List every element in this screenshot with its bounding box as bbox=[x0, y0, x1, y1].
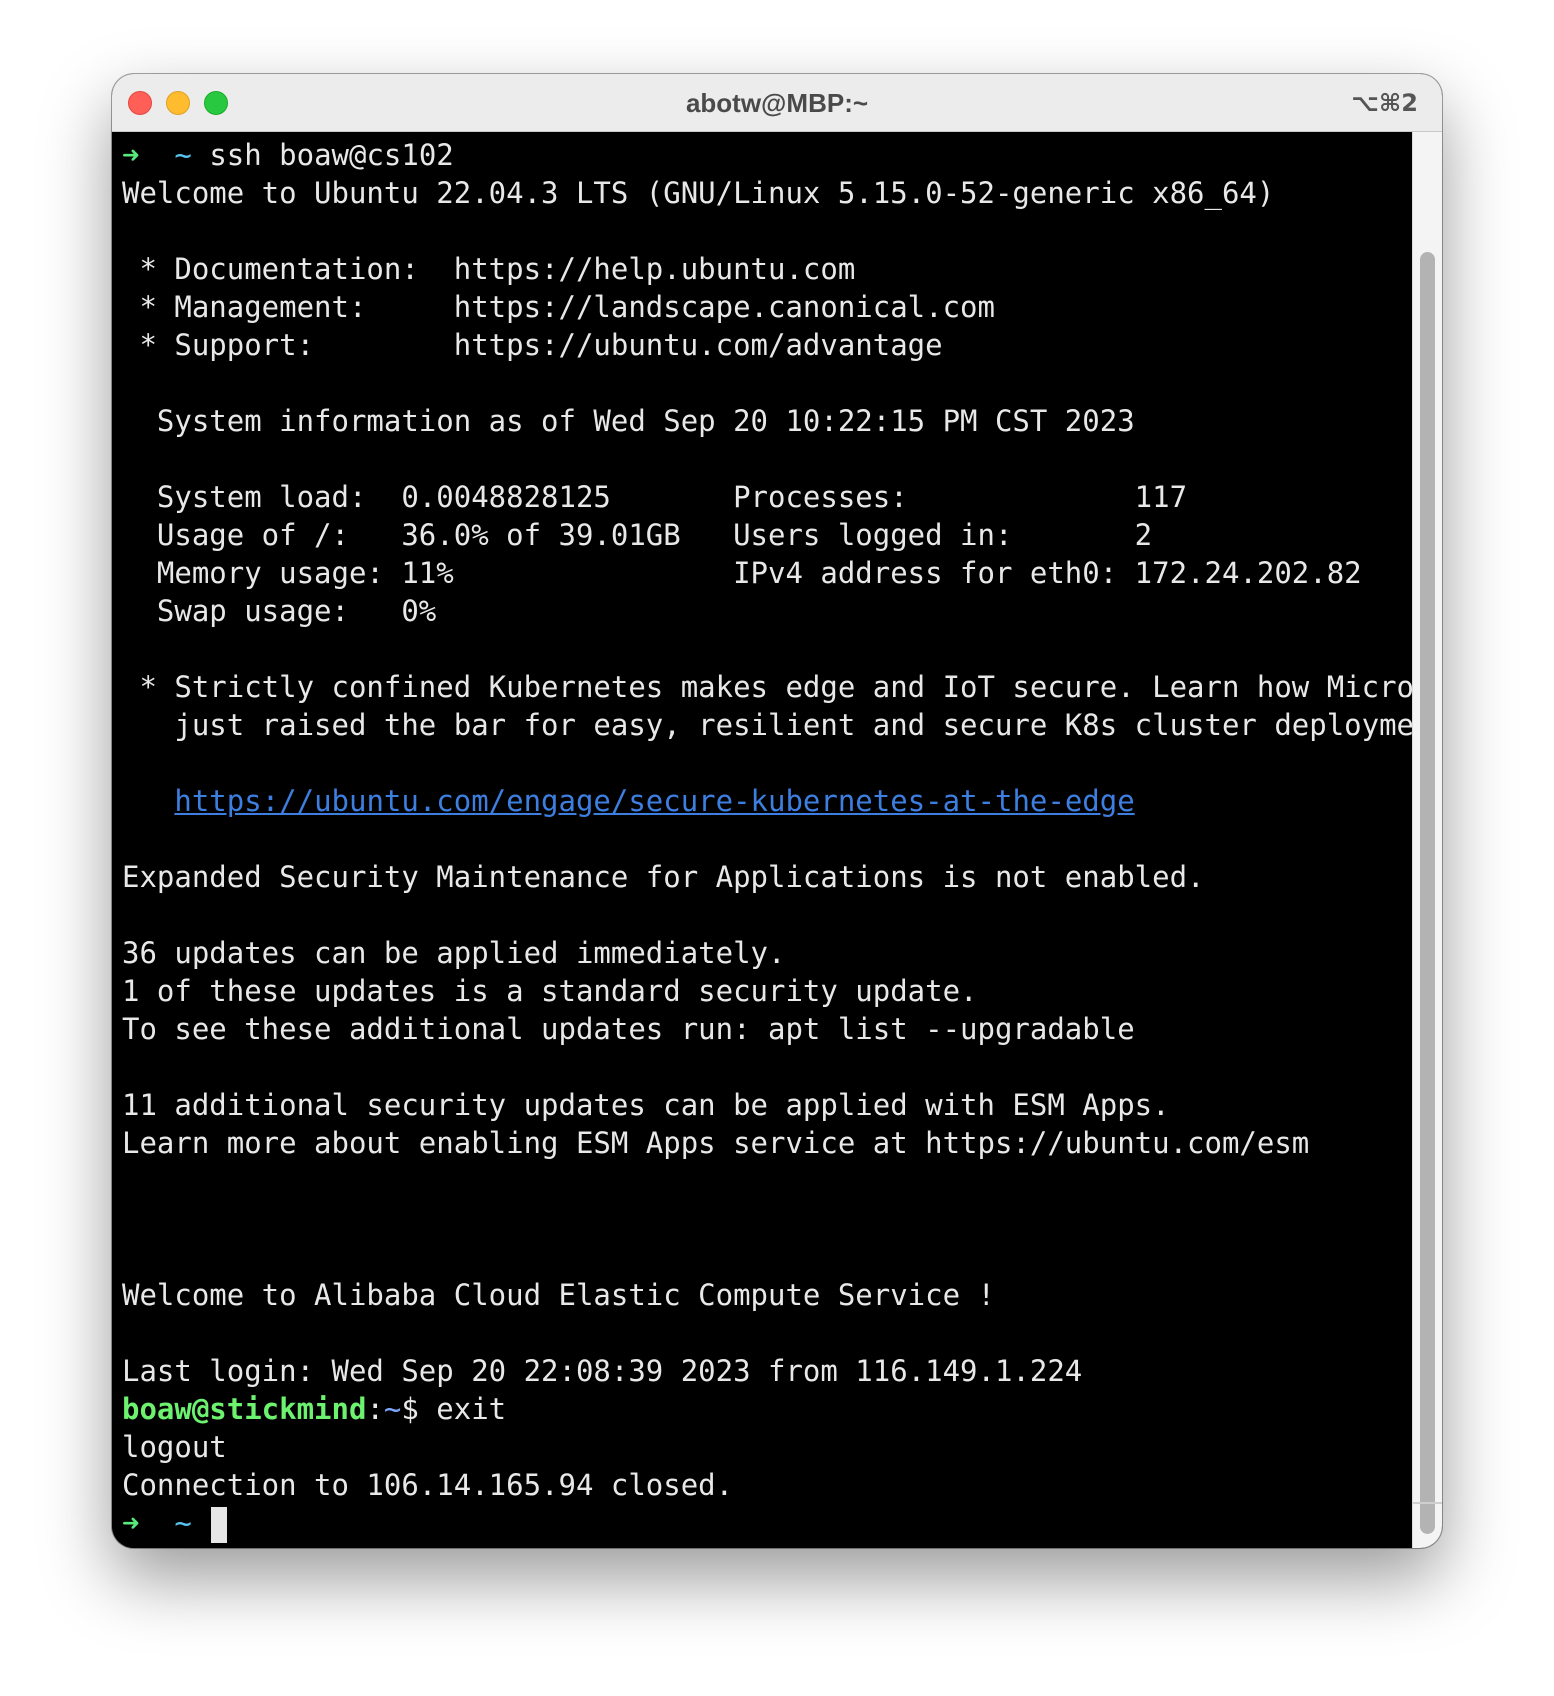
support-line: * Support: https://ubuntu.com/advantage bbox=[122, 328, 943, 362]
prompt-directory: ~ bbox=[174, 1506, 192, 1540]
updates-line: 1 of these updates is a standard securit… bbox=[122, 974, 978, 1008]
logout-line: logout bbox=[122, 1430, 227, 1464]
updates-line: 36 updates can be applied immediately. bbox=[122, 936, 786, 970]
current-prompt-line[interactable]: ➜ ~ bbox=[122, 1504, 1412, 1543]
exit-command: exit bbox=[436, 1392, 507, 1426]
welcome-line: Welcome to Ubuntu 22.04.3 LTS (GNU/Linux… bbox=[122, 176, 1275, 210]
terminal-window[interactable]: abotw@MBP:~ ⌥⌘2 ➜ ~ ssh boaw@cs102 Welco… bbox=[112, 74, 1442, 1548]
k8s-link[interactable]: https://ubuntu.com/engage/secure-kuberne… bbox=[174, 784, 1134, 818]
esm-line: 11 additional security updates can be ap… bbox=[122, 1088, 1170, 1122]
prompt-directory: ~ bbox=[174, 138, 192, 172]
stats-line: Memory usage: 11% IPv4 address for eth0:… bbox=[122, 556, 1362, 590]
k8s-line: just raised the bar for easy, resilient … bbox=[122, 708, 1442, 742]
esm-notice: Expanded Security Maintenance for Applic… bbox=[122, 860, 1205, 894]
local-prompt-line: ➜ ~ ssh boaw@cs102 bbox=[122, 136, 1412, 174]
remote-separator: : bbox=[366, 1392, 384, 1426]
vertical-scrollbar[interactable] bbox=[1412, 132, 1442, 1548]
esm-line: Learn more about enabling ESM Apps servi… bbox=[122, 1126, 1310, 1160]
remote-cwd: ~ bbox=[383, 1392, 402, 1426]
prompt-arrow-icon: ➜ bbox=[122, 138, 140, 172]
sysinfo-header: System information as of Wed Sep 20 10:2… bbox=[122, 404, 1135, 438]
alibaba-welcome: Welcome to Alibaba Cloud Elastic Compute… bbox=[122, 1278, 995, 1312]
connection-closed-line: Connection to 106.14.165.94 closed. bbox=[122, 1468, 734, 1502]
terminal-output[interactable]: ➜ ~ ssh boaw@cs102 Welcome to Ubuntu 22.… bbox=[112, 132, 1442, 1548]
last-login-line: Last login: Wed Sep 20 22:08:39 2023 fro… bbox=[122, 1354, 1083, 1388]
stats-line: System load: 0.0048828125 Processes: 117 bbox=[122, 480, 1188, 514]
remote-dollar: $ bbox=[401, 1392, 437, 1426]
stats-line: Swap usage: 0% bbox=[122, 594, 437, 628]
remote-prompt-line: boaw@stickmind:~$ exit bbox=[122, 1390, 1412, 1428]
management-line: * Management: https://landscape.canonica… bbox=[122, 290, 995, 324]
k8s-line: * Strictly confined Kubernetes makes edg… bbox=[122, 670, 1442, 704]
scrollbar-thumb[interactable] bbox=[1420, 252, 1435, 1534]
documentation-line: * Documentation: https://help.ubuntu.com bbox=[122, 252, 856, 286]
title-bar[interactable]: abotw@MBP:~ ⌥⌘2 bbox=[112, 74, 1442, 132]
text-cursor bbox=[211, 1507, 228, 1543]
prompt-arrow-icon: ➜ bbox=[122, 1506, 140, 1540]
remote-user-host: boaw@stickmind bbox=[122, 1392, 367, 1426]
scrollbar-mark bbox=[1413, 1502, 1442, 1504]
updates-line: To see these additional updates run: apt… bbox=[122, 1012, 1135, 1046]
window-title: abotw@MBP:~ bbox=[685, 88, 869, 118]
k8s-link-line: https://ubuntu.com/engage/secure-kuberne… bbox=[122, 782, 1412, 820]
window-shortcut: ⌥⌘2 bbox=[1351, 89, 1418, 117]
stats-line: Usage of /: 36.0% of 39.01GB Users logge… bbox=[122, 518, 1153, 552]
ssh-command: ssh boaw@cs102 bbox=[209, 138, 454, 172]
